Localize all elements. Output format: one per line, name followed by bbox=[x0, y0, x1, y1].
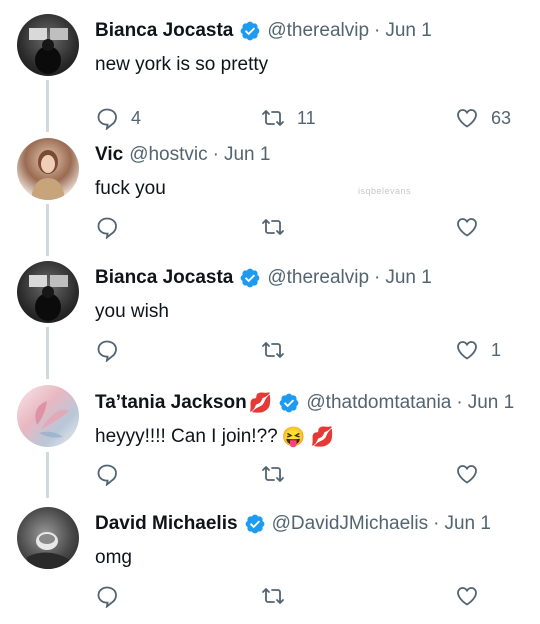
tweet-text: omg bbox=[95, 547, 132, 568]
like-button[interactable] bbox=[455, 462, 479, 486]
handle[interactable]: @therealvip bbox=[267, 20, 369, 42]
heart-icon bbox=[457, 109, 477, 128]
retweet-icon bbox=[262, 588, 284, 604]
verified-badge-icon bbox=[279, 393, 299, 413]
avatar[interactable] bbox=[17, 507, 79, 569]
heart-icon bbox=[457, 587, 477, 606]
thread-line bbox=[46, 204, 49, 256]
verified-badge-icon bbox=[245, 514, 264, 534]
reply-icon bbox=[97, 464, 117, 486]
thread-line bbox=[46, 452, 49, 498]
tweet-text: new york is so pretty bbox=[95, 54, 269, 75]
retweet-icon bbox=[262, 219, 284, 235]
like-count: 1 bbox=[491, 339, 502, 360]
like-button[interactable] bbox=[455, 215, 479, 239]
reply-button[interactable] bbox=[95, 462, 119, 486]
tweet-actions bbox=[95, 462, 525, 490]
timestamp[interactable]: Jun 1 bbox=[444, 513, 490, 535]
reply-icon bbox=[97, 217, 117, 239]
retweet-button[interactable] bbox=[261, 584, 285, 608]
reply-icon bbox=[97, 108, 117, 130]
timestamp[interactable]: Jun 1 bbox=[385, 20, 431, 42]
retweet-button[interactable]: 11 bbox=[261, 106, 316, 130]
separator: · bbox=[456, 392, 463, 413]
tweet-actions bbox=[95, 584, 525, 612]
display-name[interactable]: Bianca Jocasta bbox=[95, 267, 233, 289]
like-button[interactable]: 1 bbox=[455, 338, 501, 362]
retweet-icon bbox=[262, 466, 284, 482]
like-button[interactable]: 63 bbox=[455, 106, 511, 130]
retweet-icon bbox=[262, 110, 284, 126]
timestamp[interactable]: Jun 1 bbox=[224, 144, 270, 166]
separator: · bbox=[433, 513, 440, 534]
thread-line bbox=[46, 327, 49, 379]
handle[interactable]: @thatdomtatania bbox=[306, 392, 451, 414]
avatar[interactable] bbox=[17, 261, 79, 323]
retweet-button[interactable] bbox=[261, 462, 285, 486]
heart-icon bbox=[457, 465, 477, 484]
separator: · bbox=[212, 144, 219, 165]
thread-line bbox=[46, 80, 49, 132]
display-name[interactable]: Ta’tania Jackson bbox=[95, 392, 247, 414]
display-name[interactable]: David Michaelis bbox=[95, 513, 238, 535]
lips-emoji: 💋 bbox=[248, 393, 273, 414]
tweet-text: fuck you bbox=[95, 178, 166, 199]
separator: · bbox=[374, 20, 381, 41]
reply-button[interactable] bbox=[95, 584, 119, 608]
retweet-count: 11 bbox=[297, 107, 316, 128]
reply-button[interactable]: 4 bbox=[95, 106, 141, 130]
reply-icon bbox=[97, 340, 117, 362]
tweet-actions: 4 11 63 bbox=[95, 106, 525, 134]
reply-count: 4 bbox=[131, 107, 142, 128]
avatar[interactable] bbox=[17, 385, 79, 447]
heart-icon bbox=[457, 341, 477, 360]
tweet-actions: 1 bbox=[95, 338, 525, 366]
retweet-button[interactable] bbox=[261, 215, 285, 239]
reply-icon bbox=[97, 586, 117, 608]
verified-badge-icon bbox=[240, 21, 260, 41]
watermark: isqbelevans bbox=[358, 186, 412, 196]
tweet-text-content: heyyy!!!! Can I join!?? bbox=[95, 426, 278, 447]
heart-icon bbox=[457, 218, 477, 237]
retweet-button[interactable] bbox=[261, 338, 285, 362]
handle[interactable]: @hostvic bbox=[129, 144, 207, 166]
avatar[interactable] bbox=[17, 14, 79, 76]
retweet-icon bbox=[262, 342, 284, 358]
tweet-text: you wish bbox=[95, 301, 169, 322]
tweet-actions bbox=[95, 215, 525, 243]
like-count: 63 bbox=[491, 107, 512, 128]
tweet-text: heyyy!!!! Can I join!?? 😝 💋 bbox=[95, 425, 334, 449]
reply-button[interactable] bbox=[95, 215, 119, 239]
timestamp[interactable]: Jun 1 bbox=[385, 267, 431, 289]
display-name[interactable]: Bianca Jocasta bbox=[95, 20, 233, 42]
verified-badge-icon bbox=[240, 268, 260, 288]
reply-button[interactable] bbox=[95, 338, 119, 362]
separator: · bbox=[374, 267, 381, 288]
timestamp[interactable]: Jun 1 bbox=[468, 392, 514, 414]
tweet-thread: isqbelevans Bianca Jocasta @therealvip ·… bbox=[0, 0, 540, 624]
display-name[interactable]: Vic bbox=[95, 144, 123, 166]
handle[interactable]: @therealvip bbox=[267, 267, 369, 289]
avatar[interactable] bbox=[17, 138, 79, 200]
like-button[interactable] bbox=[455, 584, 479, 608]
handle[interactable]: @DavidJMichaelis bbox=[272, 513, 429, 535]
tongue-and-lips-emoji: 😝 💋 bbox=[281, 427, 335, 448]
